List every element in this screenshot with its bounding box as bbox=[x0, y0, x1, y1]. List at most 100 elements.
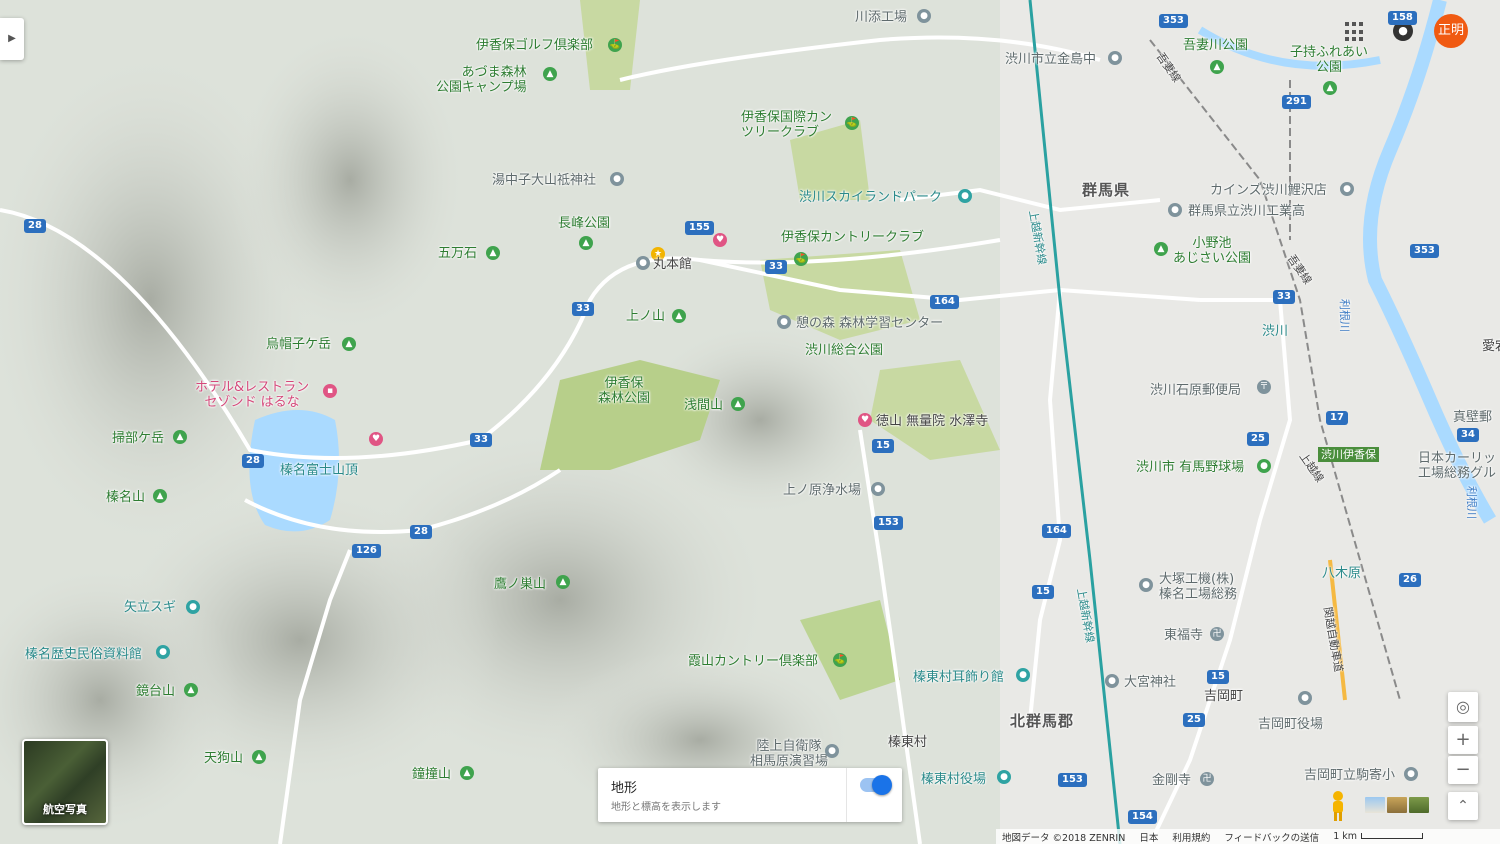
mountain-icon: ▲ bbox=[342, 337, 356, 351]
place-label[interactable]: 伊香保ゴルフ倶楽部 bbox=[476, 38, 593, 53]
region-label: 群馬県 bbox=[1082, 181, 1131, 199]
museum-icon: ● bbox=[156, 645, 170, 659]
place-label[interactable]: 浅間山 bbox=[684, 398, 723, 413]
place-label[interactable]: 吉岡町 bbox=[1204, 689, 1243, 704]
place-label[interactable]: 矢立スギ bbox=[124, 600, 176, 615]
place-label[interactable]: 陸上自衛隊 相馬原演習場 bbox=[750, 739, 828, 769]
zoom-out-button[interactable]: − bbox=[1448, 756, 1478, 784]
terrain-toggle[interactable] bbox=[860, 775, 892, 795]
place-label[interactable]: 渋川市 有馬野球場 bbox=[1136, 460, 1244, 475]
road-shield: 153 bbox=[1058, 773, 1087, 787]
place-label[interactable]: 丸本館 bbox=[653, 257, 692, 272]
place-label[interactable]: 榛東村 bbox=[888, 735, 927, 750]
mountain-icon: ▲ bbox=[252, 750, 266, 764]
place-pin-icon: ● bbox=[825, 744, 839, 758]
place-label[interactable]: 大宮神社 bbox=[1124, 675, 1176, 690]
place-label[interactable]: 憩の森 森林学習センター bbox=[796, 316, 943, 331]
shrine-icon: ● bbox=[1105, 674, 1119, 688]
place-label[interactable]: 伊香保国際カン ツリークラブ bbox=[741, 110, 832, 140]
terms-link[interactable]: 利用規約 bbox=[1172, 830, 1210, 844]
place-label[interactable]: 日本カーリッ 工場総務グル bbox=[1418, 451, 1496, 481]
stadium-icon: ● bbox=[1257, 459, 1271, 473]
school-icon: ● bbox=[1168, 203, 1182, 217]
thumbnail[interactable] bbox=[1409, 797, 1429, 813]
place-label[interactable]: ホテル&レストラン セゾンド はるな bbox=[195, 380, 309, 410]
place-label[interactable]: 子持ふれあい 公園 bbox=[1290, 45, 1368, 75]
place-label[interactable]: 東福寺 bbox=[1164, 628, 1203, 643]
thumbnail[interactable] bbox=[1387, 797, 1407, 813]
place-label[interactable]: 渋川市立金島中 bbox=[1005, 52, 1096, 67]
place-label[interactable]: 五万石 bbox=[438, 246, 477, 261]
place-label[interactable]: 徳山 無量院 水澤寺 bbox=[876, 414, 988, 429]
place-label[interactable]: カインズ渋川鯉沢店 bbox=[1210, 183, 1327, 198]
place-label[interactable]: 上ノ山 bbox=[626, 309, 665, 324]
interchange-label[interactable]: 渋川伊香保 bbox=[1318, 447, 1379, 462]
road-shield: 291 bbox=[1282, 95, 1311, 109]
place-label[interactable]: 霞山カントリー倶楽部 bbox=[688, 654, 818, 669]
road-shield: 353 bbox=[1410, 244, 1439, 258]
place-label[interactable]: 長峰公園 bbox=[558, 216, 610, 231]
zoom-in-button[interactable]: + bbox=[1448, 726, 1478, 754]
park-icon: ▲ bbox=[579, 236, 593, 250]
pegman-icon[interactable] bbox=[1328, 790, 1348, 822]
place-label[interactable]: 榛東村役場 bbox=[921, 772, 986, 787]
place-label[interactable]: 小野池 あじさい公園 bbox=[1173, 236, 1251, 266]
golf-icon: ⛳ bbox=[794, 252, 808, 266]
road-shield: 155 bbox=[685, 221, 714, 235]
avatar[interactable]: 正明 bbox=[1434, 14, 1468, 48]
place-label[interactable]: 群馬県立渋川工業高 bbox=[1188, 204, 1305, 219]
place-label[interactable]: 川添工場 bbox=[855, 10, 907, 25]
side-panel-toggle[interactable]: ▶ bbox=[0, 18, 24, 60]
place-label[interactable]: 天狗山 bbox=[204, 751, 243, 766]
place-label[interactable]: 湯中子大山祗神社 bbox=[492, 173, 596, 188]
road-shield: 25 bbox=[1247, 432, 1269, 446]
scale-bar bbox=[1361, 833, 1424, 839]
park-icon: ▲ bbox=[543, 67, 557, 81]
region-label: 北群馬郡 bbox=[1010, 712, 1075, 730]
road-shield: 33 bbox=[1273, 290, 1295, 304]
place-label[interactable]: 鏡台山 bbox=[136, 684, 175, 699]
place-label[interactable]: 伊香保 森林公園 bbox=[598, 376, 650, 406]
place-label[interactable]: あづま森林 公園キャンプ場 bbox=[436, 65, 527, 95]
station-label[interactable]: 八木原 bbox=[1322, 566, 1361, 581]
road-shield: 15 bbox=[1032, 585, 1054, 599]
place-label[interactable]: 渋川スカイランドパーク bbox=[799, 190, 942, 205]
place-label[interactable]: 烏帽子ケ岳 bbox=[266, 337, 331, 352]
mountain-icon: ▲ bbox=[153, 489, 167, 503]
aerial-view-button[interactable]: 航空写真 bbox=[22, 739, 108, 825]
place-label[interactable]: 吉岡町役場 bbox=[1258, 717, 1323, 732]
place-label[interactable]: 渋川総合公園 bbox=[805, 343, 883, 358]
thumbnail[interactable] bbox=[1365, 797, 1385, 813]
apps-grid-icon[interactable] bbox=[1345, 22, 1365, 42]
temple-icon: 卍 bbox=[1200, 772, 1214, 786]
feedback-link[interactable]: フィードバックの送信 bbox=[1224, 830, 1319, 844]
place-label[interactable]: 大塚工機(株) 榛名工場総務 bbox=[1159, 572, 1237, 602]
place-label[interactable]: 吾妻川公園 bbox=[1183, 38, 1248, 53]
park-icon: ▲ bbox=[1154, 242, 1168, 256]
road-shield: 158 bbox=[1388, 11, 1417, 25]
place-label[interactable]: 鷹ノ巣山 bbox=[494, 577, 546, 592]
place-label[interactable]: 榛東村耳飾り館 bbox=[913, 670, 1004, 685]
station-label[interactable]: 渋川 bbox=[1262, 324, 1288, 339]
road-shield: 153 bbox=[874, 516, 903, 530]
place-label[interactable]: 渋川石原郵便局 bbox=[1150, 383, 1241, 398]
place-label[interactable]: 金剛寺 bbox=[1152, 773, 1191, 788]
expand-button[interactable]: ⌃ bbox=[1448, 792, 1478, 820]
place-label[interactable]: 吉岡町立駒寄小 bbox=[1304, 768, 1395, 783]
place-label[interactable]: 榛名山 bbox=[106, 490, 145, 505]
mountain-icon: ▲ bbox=[486, 246, 500, 260]
my-location-button[interactable]: ◎ bbox=[1448, 692, 1478, 722]
place-label[interactable]: 伊香保カントリークラブ bbox=[781, 230, 924, 245]
imagery-thumbnails[interactable] bbox=[1365, 797, 1429, 813]
place-label[interactable]: 榛名歴史民俗資料館 bbox=[25, 647, 142, 662]
scale[interactable]: 1 km bbox=[1333, 831, 1424, 842]
place-label[interactable]: 真壁郵 bbox=[1453, 410, 1492, 425]
place-label[interactable]: 鐘撞山 bbox=[412, 767, 451, 782]
road-shield: 15 bbox=[872, 439, 894, 453]
place-label[interactable]: 掃部ケ岳 bbox=[112, 431, 164, 446]
park-icon: ▲ bbox=[1323, 81, 1337, 95]
country-link[interactable]: 日本 bbox=[1139, 830, 1158, 844]
place-label[interactable]: 愛宕 bbox=[1482, 339, 1500, 354]
place-label[interactable]: 上ノ原浄水場 bbox=[783, 483, 861, 498]
place-label[interactable]: 榛名富士山頂 bbox=[280, 463, 358, 478]
